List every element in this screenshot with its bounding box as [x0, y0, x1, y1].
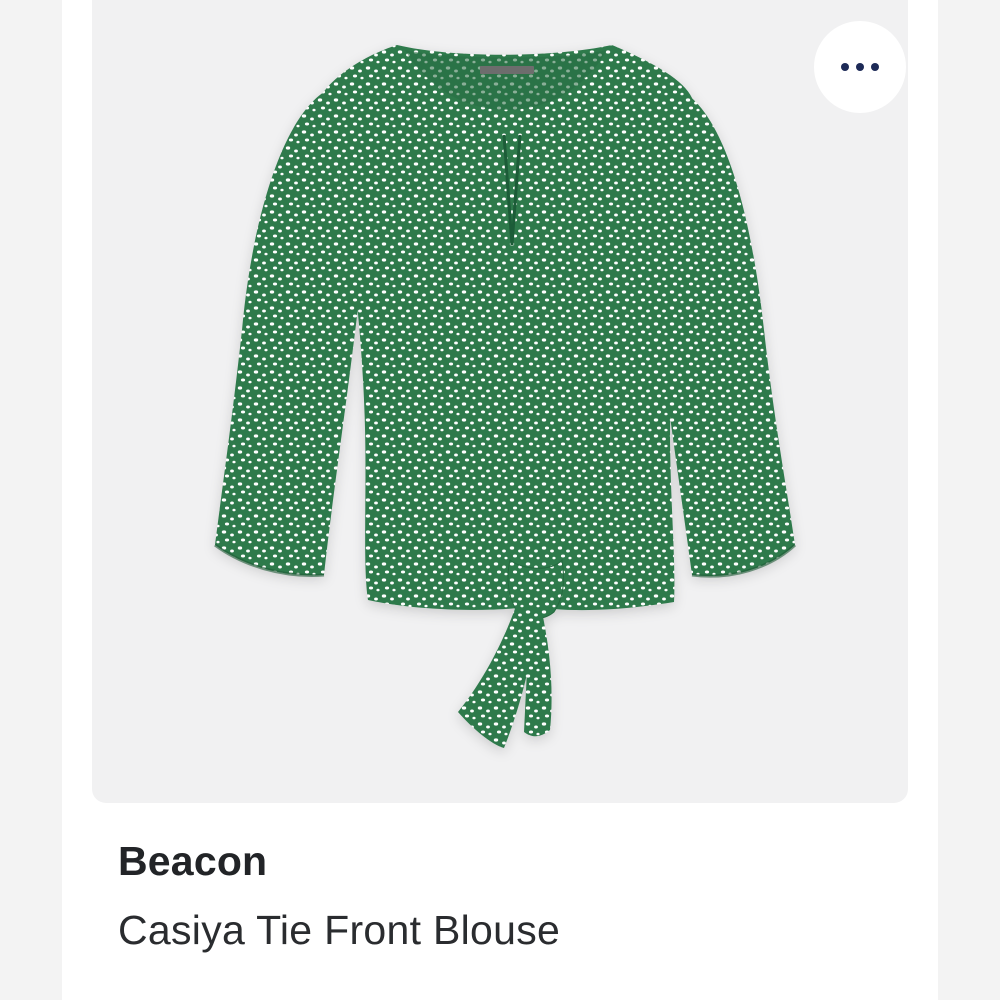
- product-card[interactable]: Beacon Casiya Tie Front Blouse: [62, 0, 938, 1000]
- more-horizontal-icon: [841, 63, 879, 71]
- brand-name: Beacon: [118, 838, 268, 884]
- product-image[interactable]: [92, 0, 908, 803]
- blouse-body: [320, 45, 692, 611]
- product-name[interactable]: Casiya Tie Front Blouse: [118, 907, 560, 954]
- product-page: Beacon Casiya Tie Front Blouse: [0, 0, 1000, 1000]
- neck-label: [480, 66, 534, 74]
- right-gutter: [938, 0, 1000, 1000]
- product-image-panel[interactable]: [92, 0, 908, 803]
- left-gutter: [0, 0, 62, 1000]
- more-options-button[interactable]: [814, 21, 906, 113]
